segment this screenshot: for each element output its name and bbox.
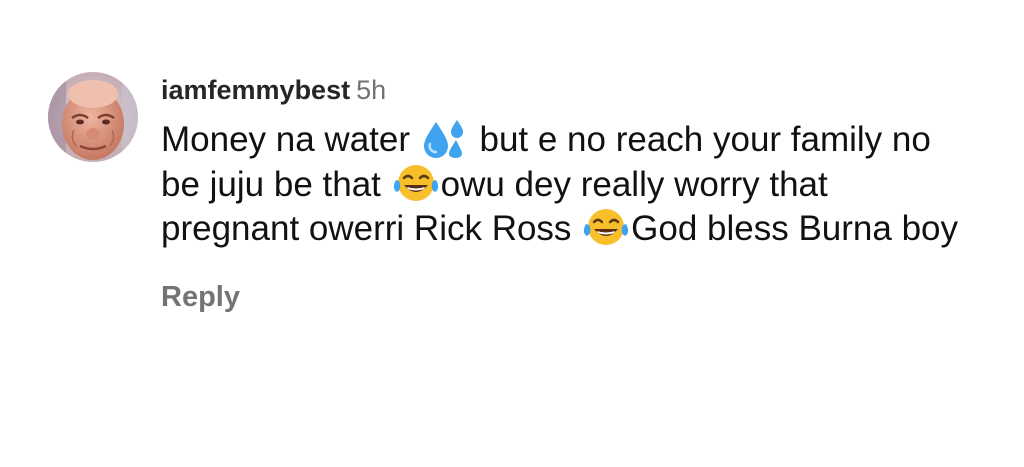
comment-text: Money na water but e no reach your famil… (161, 118, 971, 252)
username-link[interactable]: iamfemmybest (161, 75, 350, 105)
avatar[interactable] (48, 72, 138, 162)
comment-text-part-4: God bless Burna boy (631, 209, 959, 248)
tears-of-joy-icon (583, 207, 629, 247)
comment-time: 5h (356, 75, 387, 105)
tears-of-joy-icon (393, 163, 439, 203)
comment-body: iamfemmybest 5h Money na water but e no r… (161, 72, 981, 314)
sweat-droplets-icon (422, 118, 468, 158)
avatar-image (48, 72, 138, 162)
reply-button[interactable]: Reply (161, 281, 240, 314)
comment-meta: iamfemmybest 5h (161, 72, 981, 108)
comment-text-part-1: Money na water (161, 120, 420, 159)
